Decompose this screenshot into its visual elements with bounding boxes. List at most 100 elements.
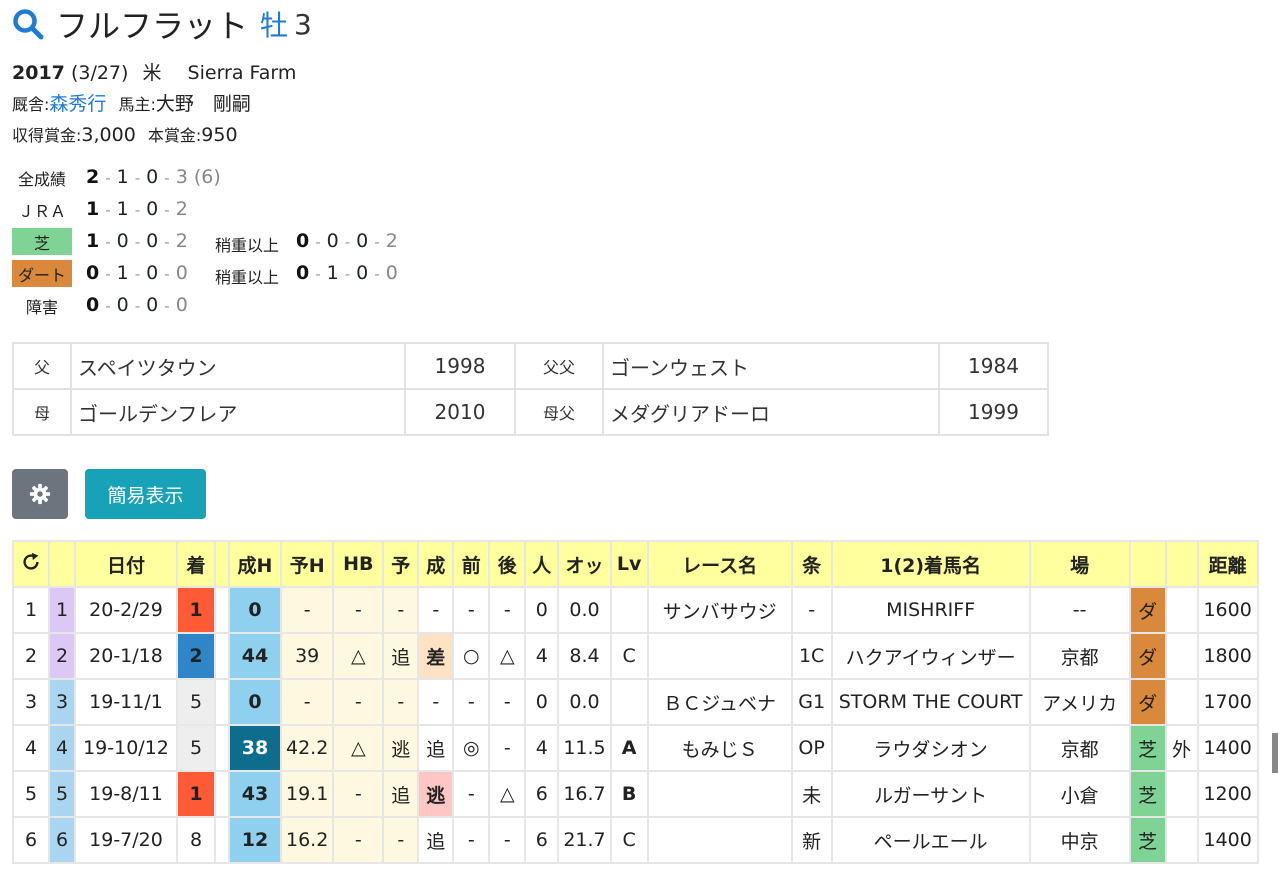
course: 京都 [1028,724,1131,772]
hb: - [332,678,385,726]
record-label-dirt: ダート [12,260,72,287]
track-side [1164,678,1199,726]
horse-age: 3 [294,7,312,41]
winner[interactable]: ペールエール [830,816,1031,864]
winner[interactable]: ラウダシオン [830,724,1031,772]
race-table: 日付 着 成H 予H HB 予 成 前 後 人 オッ Lv レース名 条 1(2… [12,540,1259,864]
sire-label: 父 [12,342,72,390]
col-header-back[interactable]: 後 [488,540,527,588]
odds: 16.7 [557,770,612,818]
record-all: 2-1-0-3 (6) [86,166,221,188]
row-num: 4 [12,724,50,772]
actual-h: 12 [228,816,282,864]
odds: 0.0 [557,678,612,726]
popularity: 6 [524,770,560,818]
col-header-date[interactable]: 日付 [74,540,178,588]
prize-label: 収得賞金: [12,126,82,145]
surface: 芝 [1128,770,1167,818]
back: - [488,724,527,772]
odds: 21.7 [557,816,612,864]
winner[interactable]: STORM THE COURT [830,678,1031,726]
col-header-condition[interactable]: 条 [790,540,833,588]
record-turf-heavy: 0-0-0-2 [296,230,398,252]
hb: - [332,770,385,818]
row-index: 4 [48,724,76,772]
col-header-result[interactable]: 成 [417,540,455,588]
col-header-pred-h[interactable]: 予H [279,540,335,588]
row-index: 5 [48,770,76,818]
race-name[interactable] [646,770,793,818]
dirt-heavy-label: 稍重以上 [215,268,280,287]
refresh-icon[interactable] [20,551,42,573]
track-side [1164,632,1199,680]
row-num: 6 [12,816,50,864]
row-num: 1 [12,586,50,634]
table-row[interactable]: 2 2 20-1/18 2 44 39 △ 追 差 ○ △ 4 8.4 C 1C… [12,632,1259,680]
sire-sire-name[interactable]: ゴーンウェスト [602,342,940,390]
horse-sex: 牡 [260,9,289,42]
sire-name[interactable]: スペイツタウン [70,342,406,390]
result-style: 追 [417,724,455,772]
hb: △ [332,724,385,772]
col-header-pred[interactable]: 予 [382,540,420,588]
race-name[interactable]: ＢＣジュベナ [646,678,793,726]
pred-h: 16.2 [279,816,335,864]
track-side [1164,816,1199,864]
winner[interactable]: MISHRIFF [830,586,1031,634]
actual-h: 38 [228,724,282,772]
spacer [214,770,230,818]
settings-button[interactable] [12,469,68,519]
table-row[interactable]: 4 4 19-10/12 5 38 42.2 △ 逃 追 ◎ - 4 11.5 … [12,724,1259,772]
col-header-winner[interactable]: 1(2)着馬名 [830,540,1031,588]
race-name[interactable] [646,816,793,864]
winner[interactable]: ハクアイウィンザー [830,632,1031,680]
simple-view-button[interactable]: 簡易表示 [85,469,206,519]
winner[interactable]: ルガーサント [830,770,1031,818]
popularity: 4 [524,632,560,680]
col-header-race-name[interactable]: レース名 [646,540,793,588]
result-style: 追 [417,816,455,864]
track-side [1164,770,1199,818]
race-name[interactable]: サンバサウジ [646,586,793,634]
table-row[interactable]: 3 3 19-11/1 5 0 - - - - - - 0 0.0 ＢＣジュベナ… [12,678,1259,726]
race-date: 19-7/20 [74,816,178,864]
distance: 1800 [1196,632,1259,680]
birth-info: 2017 (3/27) 米 Sierra Farm [12,58,296,85]
col-header-distance[interactable]: 距離 [1196,540,1259,588]
dam-sire-name[interactable]: メダグリアドーロ [602,388,940,436]
record-label-jump: 障害 [25,297,58,317]
dam-sire-label: 母父 [514,388,604,436]
refresh-header[interactable] [12,540,50,588]
course: 京都 [1028,632,1131,680]
scroll-indicator[interactable] [1272,733,1278,773]
table-row[interactable]: 5 5 19-8/11 1 43 19.1 - 追 逃 - △ 6 16.7 B… [12,770,1259,818]
col-header-hb[interactable]: HB [332,540,385,588]
col-header-actual-h[interactable]: 成H [228,540,282,588]
table-row[interactable]: 6 6 19-7/20 8 12 16.2 - - 追 - - 6 21.7 C… [12,816,1259,864]
race-name[interactable]: もみじＳ [646,724,793,772]
dam-year: 2010 [404,388,516,436]
col-header-level[interactable]: Lv [609,540,649,588]
col-header-odds[interactable]: オッ [557,540,612,588]
col-header-popularity[interactable]: 人 [524,540,560,588]
sire-sire-label: 父父 [514,342,604,390]
col-header-finish[interactable]: 着 [176,540,216,588]
row-index: 2 [48,632,76,680]
dam-label: 母 [12,388,72,436]
trainer-link[interactable]: 森秀行 [49,93,106,115]
dam-name[interactable]: ゴールデンフレア [70,388,406,436]
col-header-course[interactable]: 場 [1028,540,1131,588]
race-name[interactable] [646,632,793,680]
course: 中京 [1028,816,1131,864]
level: C [609,816,649,864]
search-icon[interactable] [12,8,44,40]
level [609,586,649,634]
surface: 芝 [1128,724,1167,772]
odds: 11.5 [557,724,612,772]
table-row[interactable]: 1 1 20-2/29 1 0 - - - - - - 0 0.0 サンバサウジ… [12,586,1259,634]
birth-country: 米 [142,62,162,84]
main-prize: 950 [201,124,238,146]
pred-style: - [382,678,420,726]
front: - [452,586,491,634]
col-header-front[interactable]: 前 [452,540,491,588]
